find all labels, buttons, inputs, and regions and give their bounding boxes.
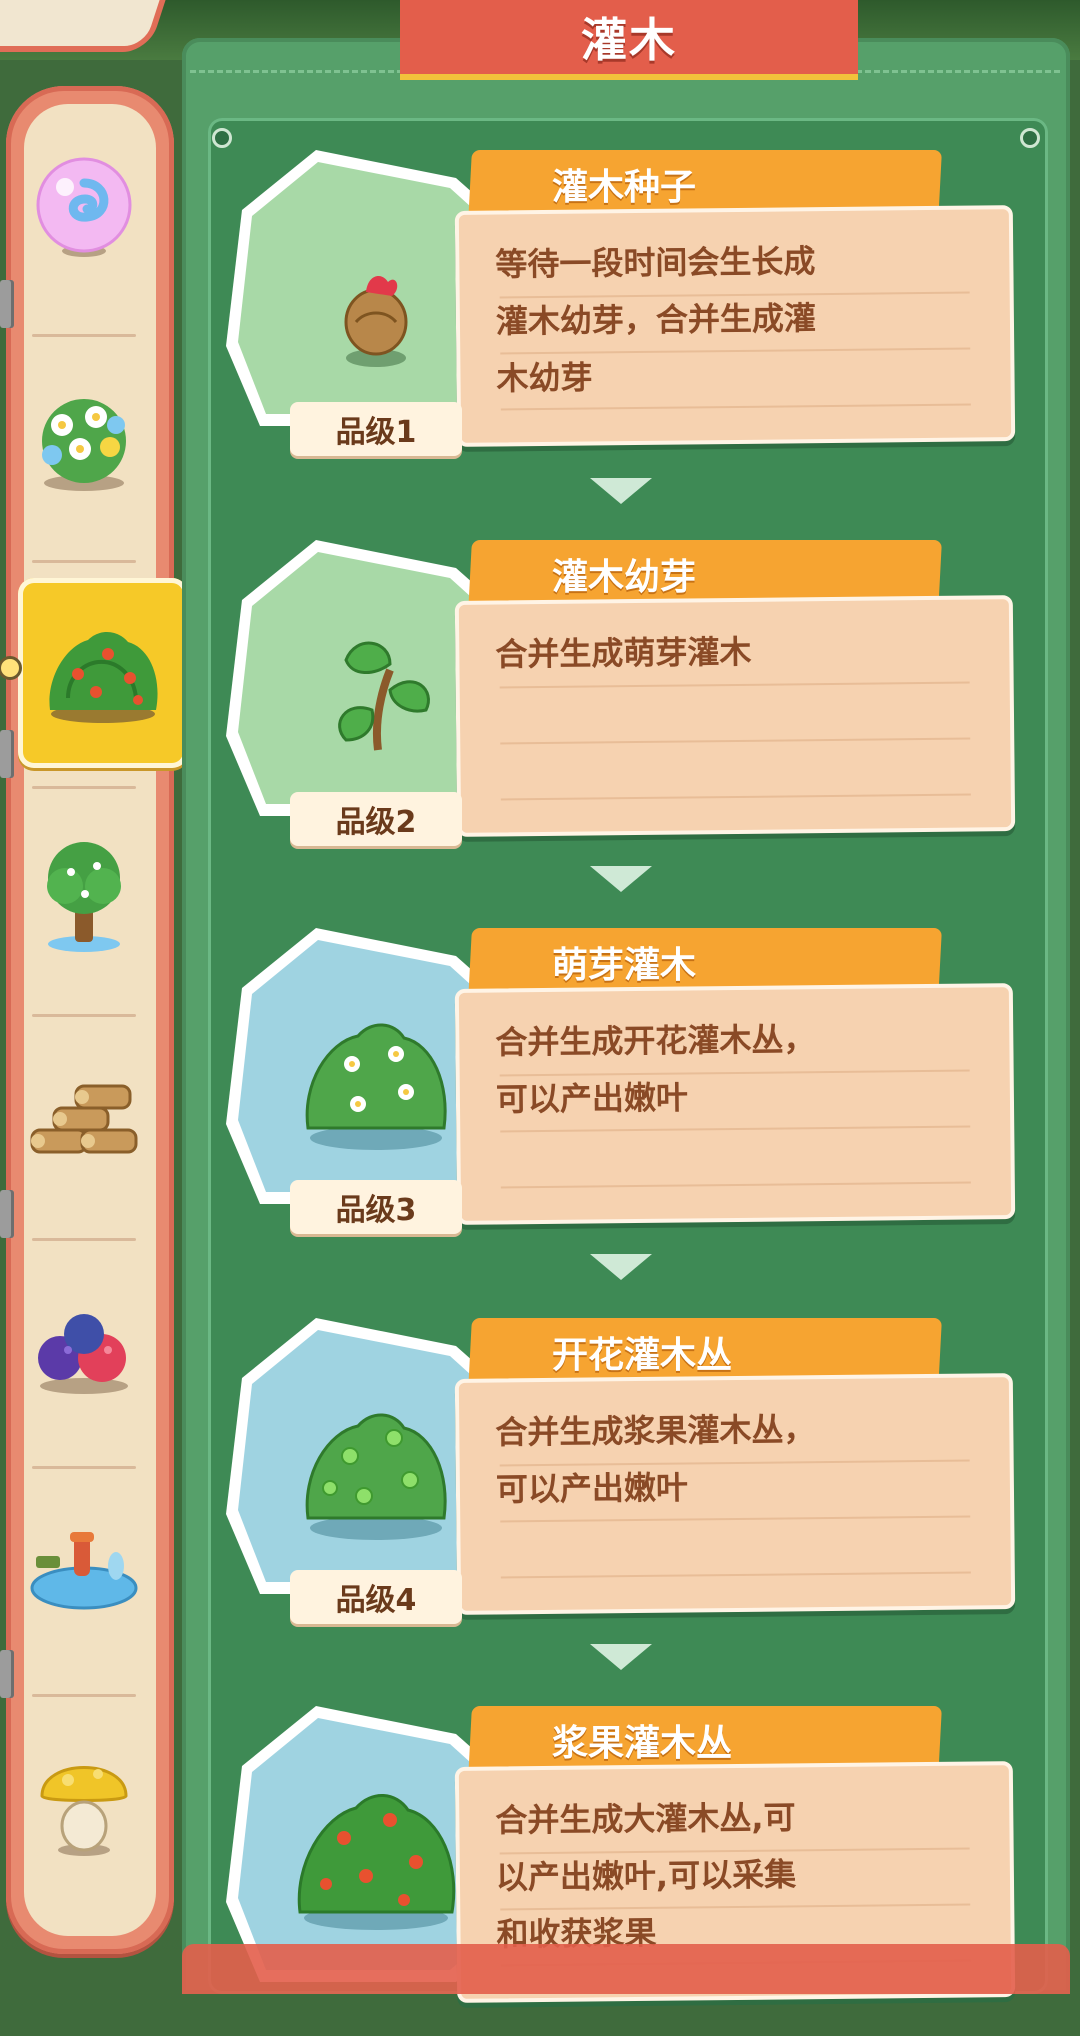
rail-clip bbox=[0, 280, 14, 328]
category-berries[interactable] bbox=[18, 1248, 150, 1448]
rail-clip bbox=[0, 1190, 14, 1238]
item-description: 合并生成萌芽灌木 bbox=[495, 632, 752, 674]
category-bubble-orb[interactable] bbox=[18, 108, 150, 308]
chevron-down-icon bbox=[590, 1254, 652, 1280]
sprout-icon bbox=[338, 641, 430, 751]
rail-separator bbox=[32, 334, 136, 337]
tree-icon bbox=[47, 842, 121, 952]
item-name: 灌木种子 bbox=[552, 167, 697, 208]
rail-separator bbox=[32, 1466, 136, 1469]
category-pond[interactable] bbox=[18, 1472, 150, 1672]
rail-separator bbox=[32, 560, 136, 563]
chevron-down-icon bbox=[590, 866, 652, 892]
grade-label: 品级3 bbox=[290, 1180, 462, 1234]
rail-separator bbox=[32, 1238, 136, 1241]
item-description: 合并生成大灌木丛,可 以产出嫩叶,可以采集 和收获浆果 bbox=[495, 1798, 797, 1954]
flower-bush-icon bbox=[42, 399, 126, 491]
item-description: 等待一段时间会生长成 灌木幼芽，合并生成灌 木幼芽 bbox=[495, 242, 817, 398]
rail-separator bbox=[32, 786, 136, 789]
item-card[interactable]: 灌木幼芽 合并生成萌芽灌木 品级2 bbox=[226, 540, 1016, 870]
item-description-box: 等待一段时间会生长成 灌木幼芽，合并生成灌 木幼芽 bbox=[454, 205, 1016, 447]
item-card[interactable]: 灌木种子 等待一段时间会生长成 灌木幼芽，合并生成灌 木幼芽 品级1 bbox=[226, 150, 1016, 480]
item-card[interactable]: 萌芽灌木 合并生成开花灌木丛， 可以产出嫩叶 品级3 bbox=[226, 928, 1016, 1258]
rail-separator bbox=[32, 1014, 136, 1017]
rail-separator bbox=[32, 1694, 136, 1697]
category-wood-logs[interactable] bbox=[18, 1020, 150, 1220]
rail-clip bbox=[0, 730, 14, 778]
grade-label: 品级2 bbox=[290, 792, 462, 846]
grade-label: 品级4 bbox=[290, 1570, 462, 1624]
grade-label: 品级1 bbox=[290, 402, 462, 456]
item-name: 浆果灌木丛 bbox=[552, 1723, 733, 1764]
pond-icon bbox=[30, 1532, 138, 1610]
item-card[interactable]: 开花灌木丛 合并生成浆果灌木丛， 可以产出嫩叶 品级4 bbox=[226, 1318, 1016, 1648]
item-description: 合并生成开花灌木丛， 可以产出嫩叶 bbox=[495, 1020, 816, 1119]
berry-shrub-icon bbox=[49, 631, 158, 723]
category-tree[interactable] bbox=[18, 796, 150, 996]
category-berry-shrub[interactable] bbox=[18, 578, 188, 768]
page-title: 灌木 bbox=[400, 0, 858, 80]
wood-logs-icon bbox=[30, 1084, 138, 1154]
rivet bbox=[1020, 128, 1040, 148]
item-description: 合并生成浆果灌木丛， 可以产出嫩叶 bbox=[495, 1410, 816, 1509]
green-berry-shrub-icon bbox=[305, 1413, 447, 1540]
red-berry-shrub-icon bbox=[297, 1794, 456, 1930]
chevron-down-icon bbox=[590, 1644, 652, 1670]
bubble-orb-icon bbox=[36, 157, 132, 257]
category-mushroom[interactable] bbox=[18, 1700, 150, 1900]
chevron-down-icon bbox=[590, 478, 652, 504]
item-description-box: 合并生成浆果灌木丛， 可以产出嫩叶 bbox=[454, 1373, 1016, 1615]
item-name: 灌木幼芽 bbox=[552, 557, 697, 598]
item-description-box: 合并生成开花灌木丛， 可以产出嫩叶 bbox=[454, 983, 1016, 1225]
seed-icon bbox=[344, 276, 408, 367]
item-description-box: 合并生成萌芽灌木 bbox=[454, 595, 1016, 837]
item-name: 萌芽灌木 bbox=[552, 945, 697, 986]
flowering-shrub-icon bbox=[305, 1023, 447, 1150]
rail-clip bbox=[0, 1650, 14, 1698]
berries-icon bbox=[38, 1314, 128, 1394]
rivet bbox=[212, 128, 232, 148]
item-name: 开花灌木丛 bbox=[552, 1335, 733, 1376]
category-flower-bush[interactable] bbox=[18, 340, 150, 540]
panel-bottom-edge bbox=[182, 1944, 1070, 1994]
mushroom-icon bbox=[40, 1766, 128, 1856]
